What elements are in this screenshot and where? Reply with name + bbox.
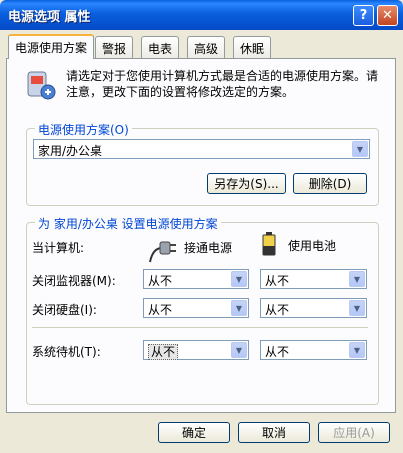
scheme-select[interactable]: 家用/办公桌 ▼ [33, 139, 370, 159]
chevron-down-icon: ▼ [231, 271, 247, 287]
standby-label: 系统待机(T): [32, 345, 101, 359]
monitor-off-dc-value: 从不 [265, 274, 290, 288]
when-computer-label: 当计算机: [32, 241, 85, 255]
hard-disk-off-ac-value: 从不 [148, 303, 173, 317]
intro-text: 请选定对于您使用计算机方式最是合适的电源使用方案。请注意，更改下面的设置将修改选… [66, 69, 379, 99]
window-title: 电源选项 属性 [8, 10, 91, 25]
standby-dc-select[interactable]: 从不 ▼ [260, 340, 367, 360]
tab-hibernate[interactable]: 休眠 [233, 36, 272, 58]
help-icon: ? [359, 8, 368, 23]
help-button[interactable]: ? [353, 5, 374, 26]
save-as-button[interactable]: 另存为(S)... [207, 173, 286, 194]
ok-button[interactable]: 确定 [158, 422, 230, 443]
hard-disk-off-label: 关闭硬盘(I): [32, 303, 97, 317]
separator [32, 327, 368, 328]
hard-disk-off-ac-select[interactable]: 从不 ▼ [143, 298, 249, 318]
close-button[interactable]: ✕ [377, 5, 398, 26]
monitor-off-ac-value: 从不 [148, 274, 173, 288]
monitor-off-label: 关闭监视器(M): [32, 274, 116, 288]
standby-ac-value: 从不 [148, 344, 179, 360]
tab-power-meter[interactable]: 电表 [141, 36, 180, 58]
battery-icon [262, 232, 276, 256]
chevron-down-icon: ▼ [349, 300, 365, 316]
close-icon: ✕ [382, 8, 393, 23]
scheme-select-value: 家用/办公桌 [38, 144, 103, 158]
monitor-off-dc-select[interactable]: 从不 ▼ [260, 269, 367, 289]
chevron-down-icon: ▼ [352, 141, 368, 157]
tab-alarms[interactable]: 警报 [95, 36, 134, 58]
standby-dc-value: 从不 [265, 345, 290, 359]
chevron-down-icon: ▼ [231, 300, 247, 316]
battery-label: 使用电池 [288, 239, 337, 253]
chevron-down-icon: ▼ [349, 342, 365, 358]
hard-disk-off-dc-value: 从不 [265, 303, 290, 317]
apply-button[interactable]: 应用(A) [318, 422, 390, 443]
title-bar: 电源选项 属性 ? ✕ [0, 0, 403, 30]
settings-group-title: 为 家用/办公桌 设置电源使用方案 [35, 215, 221, 232]
chevron-down-icon: ▼ [231, 342, 247, 358]
chevron-down-icon: ▼ [349, 271, 365, 287]
monitor-off-ac-select[interactable]: 从不 ▼ [143, 269, 249, 289]
tab-advanced[interactable]: 高级 [187, 36, 226, 58]
power-options-icon [27, 71, 56, 100]
hard-disk-off-dc-select[interactable]: 从不 ▼ [260, 298, 367, 318]
delete-button[interactable]: 删除(D) [293, 173, 367, 194]
cancel-button[interactable]: 取消 [238, 422, 310, 443]
tab-power-schemes[interactable]: 电源使用方案 [8, 34, 95, 59]
plugged-in-label: 接通电源 [184, 241, 233, 255]
scheme-group-title: 电源使用方案(O) [35, 121, 132, 138]
standby-ac-select[interactable]: 从不 ▼ [143, 340, 249, 360]
power-plug-icon [149, 241, 176, 263]
